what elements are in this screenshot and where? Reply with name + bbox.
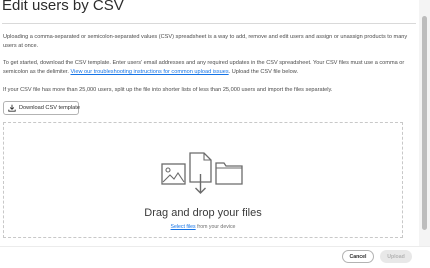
dialog-title: Edit users by CSV — [2, 0, 124, 14]
instructions-text-end: . Upload the CSV file below. — [228, 69, 298, 75]
upload-button[interactable]: Upload — [380, 250, 412, 263]
footer-divider — [0, 246, 430, 247]
dropzone-illustration — [161, 152, 243, 194]
image-file-icon — [161, 163, 186, 185]
intro-paragraph: Uploading a comma-separated or semicolon… — [3, 34, 408, 49]
dropzone-title: Drag and drop your files — [144, 207, 262, 219]
download-icon — [8, 103, 16, 113]
edit-users-csv-dialog: Edit users by CSV Uploading a comma-sepa… — [0, 0, 430, 268]
title-divider — [2, 23, 416, 24]
select-files-suffix: from your device — [195, 224, 236, 230]
file-limit-note: If your CSV file has more than 25,000 us… — [3, 87, 333, 93]
instructions-paragraph: To get started, download the CSV templat… — [3, 59, 413, 77]
select-files-link[interactable]: Select files — [171, 224, 196, 230]
dropzone-subtitle: Select files from your device — [0, 224, 406, 230]
document-upload-icon — [189, 152, 212, 194]
download-csv-template-button[interactable]: Download CSV template — [3, 101, 80, 115]
download-button-label: Download CSV template — [19, 105, 80, 111]
scrollbar-thumb[interactable] — [422, 16, 427, 230]
folder-icon — [215, 162, 243, 185]
troubleshooting-link[interactable]: View our troubleshooting instructions fo… — [70, 69, 228, 75]
cancel-button[interactable]: Cancel — [342, 250, 374, 263]
